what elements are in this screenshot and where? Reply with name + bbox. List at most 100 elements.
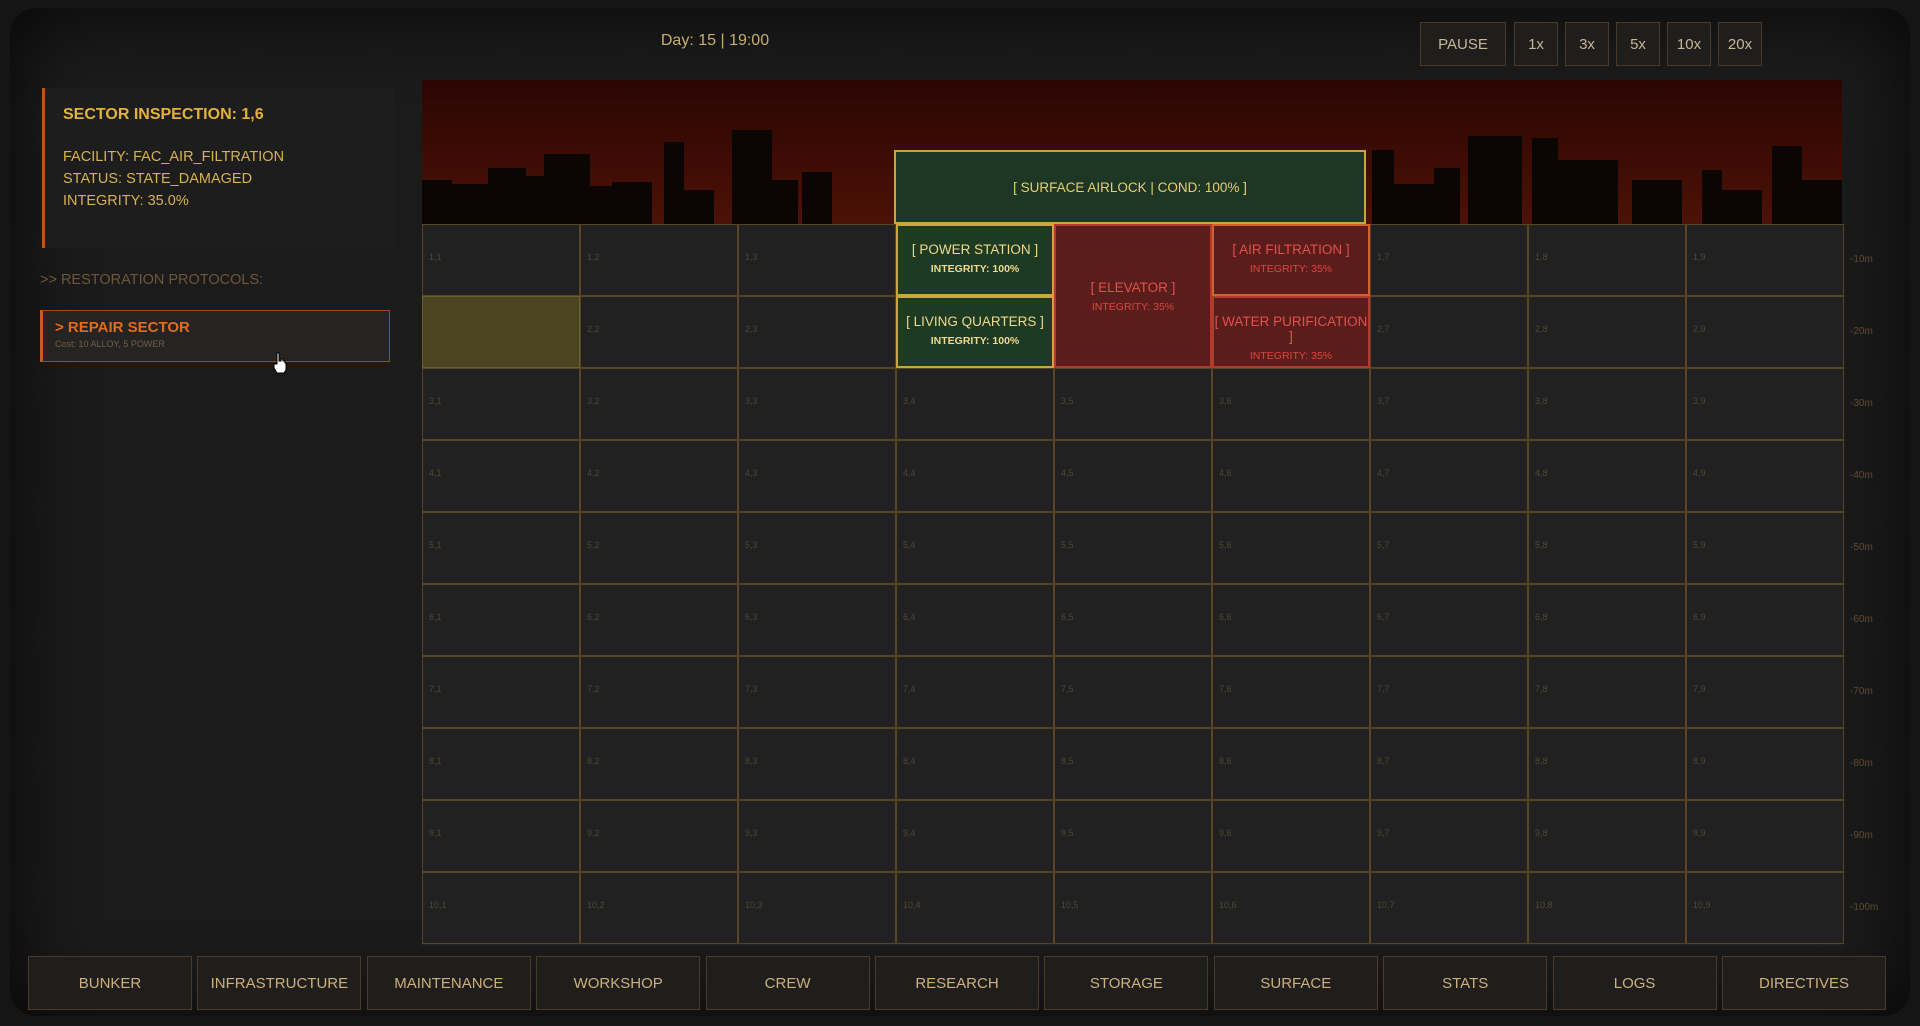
grid-cell[interactable]: 5,5 xyxy=(1054,512,1212,584)
grid-cell[interactable]: 7,1 xyxy=(422,656,580,728)
grid-cell[interactable]: 2,3 xyxy=(738,296,896,368)
grid-cell[interactable]: 8,4 xyxy=(896,728,1054,800)
nav-infrastructure-button[interactable]: INFRASTRUCTURE xyxy=(197,956,362,1010)
grid-cell[interactable]: 7,7 xyxy=(1370,656,1528,728)
nav-surface-button[interactable]: SURFACE xyxy=(1213,956,1378,1010)
grid-cell[interactable]: 9,1 xyxy=(422,800,580,872)
speed-10x-button[interactable]: 10x xyxy=(1667,22,1711,66)
grid-cell[interactable]: 9,7 xyxy=(1370,800,1528,872)
grid-cell[interactable]: 5,7 xyxy=(1370,512,1528,584)
living-quarters-module[interactable]: [ LIVING QUARTERS ] INTEGRITY: 100% xyxy=(896,296,1054,368)
speed-5x-button[interactable]: 5x xyxy=(1616,22,1660,66)
grid-cell[interactable]: 6,6 xyxy=(1212,584,1370,656)
grid-cell[interactable]: 8,8 xyxy=(1528,728,1686,800)
elevator-module[interactable]: [ ELEVATOR ] INTEGRITY: 35% xyxy=(1054,224,1212,368)
repair-sector-button[interactable]: > REPAIR SECTOR Cost: 10 ALLOY, 5 POWER xyxy=(40,310,390,362)
grid-cell[interactable]: 1,1 xyxy=(422,224,580,296)
grid-cell[interactable]: 4,1 xyxy=(422,440,580,512)
speed-1x-button[interactable]: 1x xyxy=(1514,22,1558,66)
grid-cell[interactable]: 7,6 xyxy=(1212,656,1370,728)
grid-cell[interactable]: 5,1 xyxy=(422,512,580,584)
speed-20x-button[interactable]: 20x xyxy=(1718,22,1762,66)
grid-cell[interactable]: 3,6 xyxy=(1212,368,1370,440)
grid-cell[interactable]: 6,2 xyxy=(580,584,738,656)
grid-cell[interactable]: 8,7 xyxy=(1370,728,1528,800)
grid-cell[interactable]: 1,9 xyxy=(1686,224,1844,296)
grid-cell[interactable]: 10,2 xyxy=(580,872,738,944)
grid-cell[interactable]: 9,8 xyxy=(1528,800,1686,872)
grid-cell[interactable]: 1,3 xyxy=(738,224,896,296)
grid-cell[interactable]: 10,4 xyxy=(896,872,1054,944)
grid-cell[interactable]: 7,9 xyxy=(1686,656,1844,728)
grid-cell[interactable]: 5,2 xyxy=(580,512,738,584)
water-purification-module[interactable]: [ WATER PURIFICATION ] INTEGRITY: 35% xyxy=(1212,296,1370,368)
grid-cell[interactable]: 10,9 xyxy=(1686,872,1844,944)
grid-cell[interactable]: 4,2 xyxy=(580,440,738,512)
grid-cell[interactable]: 6,5 xyxy=(1054,584,1212,656)
grid-cell[interactable]: 4,4 xyxy=(896,440,1054,512)
nav-crew-button[interactable]: CREW xyxy=(705,956,870,1010)
grid-cell[interactable]: 3,5 xyxy=(1054,368,1212,440)
grid-cell[interactable]: 8,1 xyxy=(422,728,580,800)
grid-cell[interactable]: 9,6 xyxy=(1212,800,1370,872)
grid-cell[interactable]: 6,4 xyxy=(896,584,1054,656)
grid-cell[interactable]: 8,2 xyxy=(580,728,738,800)
grid-cell[interactable]: 2,9 xyxy=(1686,296,1844,368)
power-station-module[interactable]: [ POWER STATION ] INTEGRITY: 100% xyxy=(896,224,1054,296)
grid-cell[interactable]: 6,9 xyxy=(1686,584,1844,656)
grid-cell[interactable]: 9,2 xyxy=(580,800,738,872)
grid-cell[interactable]: 10,8 xyxy=(1528,872,1686,944)
grid-cell[interactable]: 7,8 xyxy=(1528,656,1686,728)
nav-workshop-button[interactable]: WORKSHOP xyxy=(536,956,701,1010)
grid-cell[interactable]: 10,5 xyxy=(1054,872,1212,944)
grid-cell[interactable]: 4,3 xyxy=(738,440,896,512)
speed-3x-button[interactable]: 3x xyxy=(1565,22,1609,66)
grid-cell[interactable]: 4,8 xyxy=(1528,440,1686,512)
grid-cell[interactable]: 3,2 xyxy=(580,368,738,440)
grid-cell[interactable]: 3,8 xyxy=(1528,368,1686,440)
grid-cell[interactable]: 4,9 xyxy=(1686,440,1844,512)
grid-cell[interactable]: 7,5 xyxy=(1054,656,1212,728)
nav-directives-button[interactable]: DIRECTIVES xyxy=(1722,956,1886,1010)
grid-cell[interactable]: 6,1 xyxy=(422,584,580,656)
grid-cell[interactable]: 4,6 xyxy=(1212,440,1370,512)
grid-cell[interactable]: 1,2 xyxy=(580,224,738,296)
air-filtration-module[interactable]: [ AIR FILTRATION ] INTEGRITY: 35% xyxy=(1212,224,1370,296)
grid-cell[interactable]: 5,6 xyxy=(1212,512,1370,584)
nav-maintenance-button[interactable]: MAINTENANCE xyxy=(366,956,531,1010)
grid-cell[interactable]: 9,4 xyxy=(896,800,1054,872)
grid-cell[interactable]: 5,9 xyxy=(1686,512,1844,584)
grid-cell[interactable]: 4,5 xyxy=(1054,440,1212,512)
surface-airlock[interactable]: [ SURFACE AIRLOCK | COND: 100% ] xyxy=(894,150,1366,224)
grid-cell[interactable]: 3,4 xyxy=(896,368,1054,440)
grid-cell[interactable]: 1,8 xyxy=(1528,224,1686,296)
grid-cell[interactable]: 7,2 xyxy=(580,656,738,728)
grid-cell[interactable]: 4,7 xyxy=(1370,440,1528,512)
nav-logs-button[interactable]: LOGS xyxy=(1552,956,1717,1010)
grid-cell[interactable]: 6,8 xyxy=(1528,584,1686,656)
grid-cell[interactable]: 8,9 xyxy=(1686,728,1844,800)
grid-cell[interactable]: 3,7 xyxy=(1370,368,1528,440)
nav-research-button[interactable]: RESEARCH xyxy=(875,956,1039,1010)
grid-cell[interactable]: 1,7 xyxy=(1370,224,1528,296)
nav-bunker-button[interactable]: BUNKER xyxy=(28,956,192,1010)
grid-cell[interactable]: 2,7 xyxy=(1370,296,1528,368)
grid-cell[interactable]: 6,3 xyxy=(738,584,896,656)
grid-cell[interactable]: 9,3 xyxy=(738,800,896,872)
grid-cell[interactable]: 5,4 xyxy=(896,512,1054,584)
grid-cell[interactable]: 8,3 xyxy=(738,728,896,800)
grid-cell[interactable]: 6,7 xyxy=(1370,584,1528,656)
nav-stats-button[interactable]: STATS xyxy=(1383,956,1548,1010)
grid-cell[interactable]: 2,2 xyxy=(580,296,738,368)
grid-cell[interactable]: 8,5 xyxy=(1054,728,1212,800)
grid-cell[interactable]: 5,3 xyxy=(738,512,896,584)
grid-cell[interactable]: 3,9 xyxy=(1686,368,1844,440)
grid-cell[interactable]: 3,1 xyxy=(422,368,580,440)
grid-cell[interactable]: 2,8 xyxy=(1528,296,1686,368)
grid-cell[interactable]: 9,9 xyxy=(1686,800,1844,872)
grid-cell[interactable]: 10,6 xyxy=(1212,872,1370,944)
grid-cell[interactable]: 7,3 xyxy=(738,656,896,728)
grid-cell[interactable]: 10,3 xyxy=(738,872,896,944)
pause-button[interactable]: PAUSE xyxy=(1420,22,1506,66)
grid-cell[interactable]: 7,4 xyxy=(896,656,1054,728)
